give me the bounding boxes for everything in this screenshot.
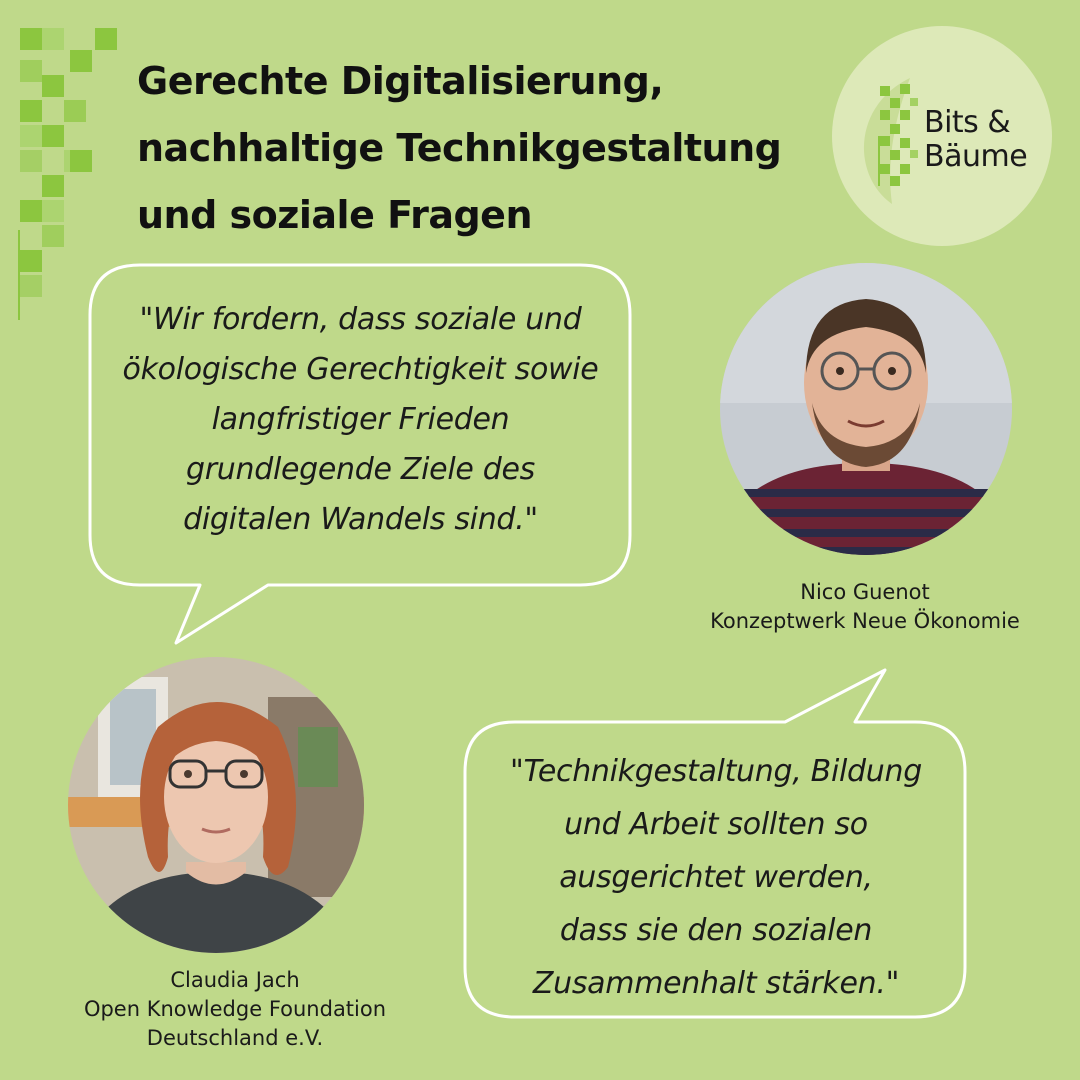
quote-2-line-4: dass sie den sozialen xyxy=(559,913,873,948)
portrait-nico-guenot xyxy=(720,263,1012,555)
speaker-organization: Konzeptwerk Neue Ökonomie xyxy=(710,609,1020,633)
quote-1-line-5: digitalen Wandels sind." xyxy=(183,502,538,537)
quote-2-line-5: Zusammenhalt stärken." xyxy=(532,966,900,1001)
quote-1-line-2: ökologische Gerechtigkeit sowie xyxy=(122,352,599,387)
quote-2-line-3: ausgerichtet werden, xyxy=(559,860,873,895)
quote-1-line-1: "Wir fordern, dass soziale und xyxy=(139,302,582,337)
quote-nico: "Wir fordern, dass soziale und ökologisc… xyxy=(88,295,633,545)
portrait-claudia-jach xyxy=(68,657,364,953)
quote-1-line-3: langfristiger Frieden xyxy=(211,402,510,437)
quote-1-line-4: grundlegende Ziele des xyxy=(186,452,535,487)
speaker-organization-line-1: Open Knowledge Foundation xyxy=(83,997,387,1021)
speaker-caption-claudia: Claudia Jach Open Knowledge Foundation D… xyxy=(20,966,450,1053)
quote-2-line-1: "Technikgestaltung, Bildung xyxy=(510,754,922,789)
speaker-name: Claudia Jach xyxy=(170,968,300,992)
quote-claudia: "Technikgestaltung, Bildung und Arbeit s… xyxy=(466,745,966,1010)
quote-2-line-2: und Arbeit sollten so xyxy=(564,807,868,842)
speaker-caption-nico: Nico Guenot Konzeptwerk Neue Ökonomie xyxy=(660,578,1070,636)
speaker-name: Nico Guenot xyxy=(800,580,930,604)
speaker-organization-line-2: Deutschland e.V. xyxy=(146,1026,324,1050)
